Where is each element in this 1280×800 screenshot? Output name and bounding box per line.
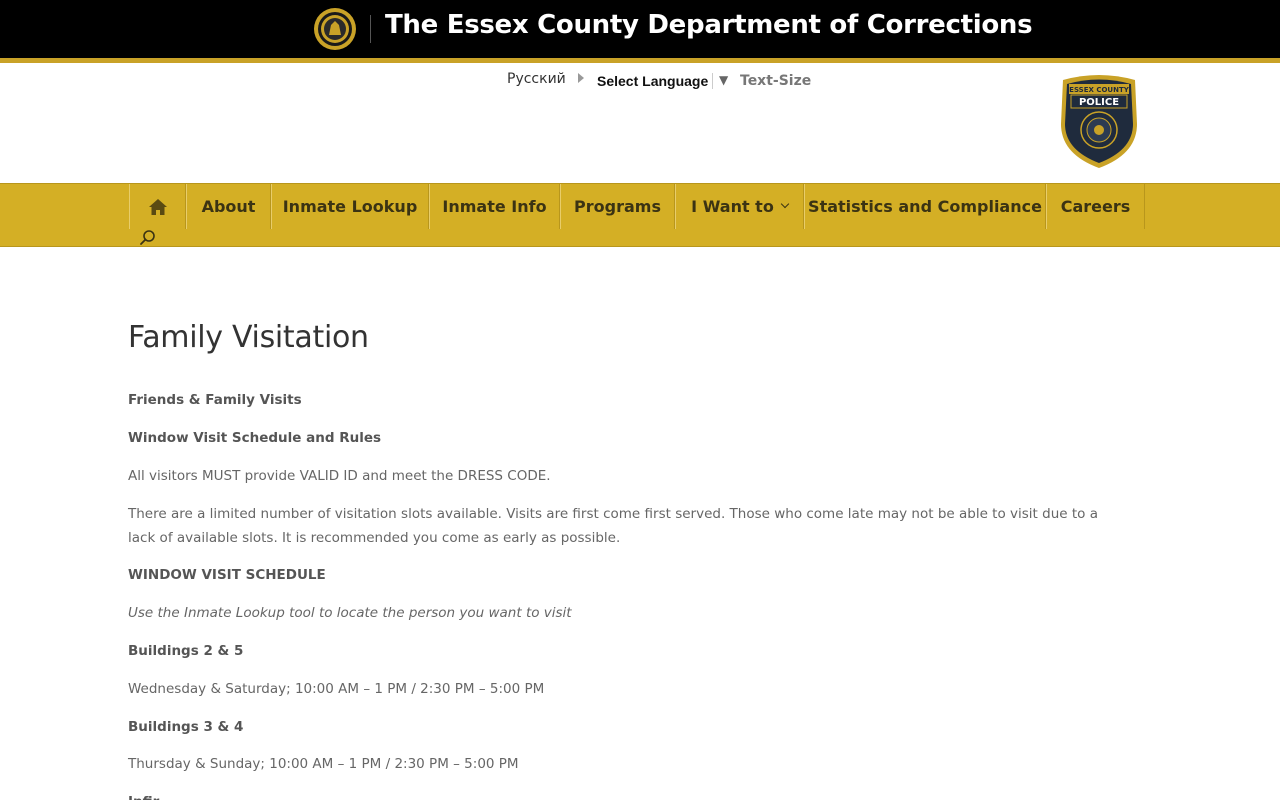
schedule-buildings-3-4: Thursday & Sunday; 10:00 AM – 1 PM / 2:3…	[128, 756, 519, 772]
current-language[interactable]: Русский	[507, 71, 566, 87]
main-navigation: About Inmate Lookup Inmate Info Programs…	[0, 183, 1280, 247]
heading-buildings-3-4: Buildings 3 & 4	[128, 719, 244, 735]
paragraph-slots: There are a limited number of visitation…	[128, 506, 1098, 546]
nav-item-about[interactable]: About	[186, 184, 271, 229]
nav-item-i-want-to[interactable]: I Want to	[675, 184, 804, 229]
chevron-down-icon	[780, 199, 790, 208]
heading-window-rules: Window Visit Schedule and Rules	[128, 430, 382, 446]
nav-label: Inmate Info	[442, 197, 547, 216]
department-badge-logo[interactable]: ESSEX COUNTY POLICE	[1057, 74, 1141, 170]
heading-infirmary-partial: Infir	[128, 790, 159, 800]
nav-item-statistics-compliance[interactable]: Statistics and Compliance	[804, 184, 1046, 229]
nav-home-button[interactable]	[129, 184, 186, 229]
heading-window-schedule: WINDOW VISIT SCHEDULE	[128, 567, 326, 583]
heading-buildings-2-5: Buildings 2 & 5	[128, 643, 244, 659]
nav-label: Careers	[1060, 197, 1131, 216]
nav-item-careers[interactable]: Careers	[1046, 184, 1145, 229]
page-title: Family Visitation	[128, 320, 369, 355]
top-banner: The Essex County Department of Correctio…	[0, 0, 1280, 58]
language-arrow-icon	[578, 73, 584, 83]
dropdown-caret-icon[interactable]: ▼	[719, 73, 728, 87]
nav-label: Inmate Lookup	[282, 197, 418, 216]
nav-label: Statistics and Compliance	[808, 197, 1042, 216]
text-size-control[interactable]: Text-Size	[740, 73, 811, 89]
select-language-dropdown[interactable]: Select Language	[597, 73, 708, 89]
banner-gold-stripe	[0, 58, 1280, 63]
badge-main-text: POLICE	[1079, 97, 1119, 108]
search-icon[interactable]	[139, 229, 157, 247]
paragraph-lookup-tip: Use the Inmate Lookup tool to locate the…	[128, 605, 572, 621]
nav-label: Programs	[574, 197, 661, 216]
banner-divider	[370, 15, 371, 43]
badge-top-text: ESSEX COUNTY	[1069, 86, 1130, 94]
nav-label: About	[201, 197, 256, 216]
schedule-buildings-2-5: Wednesday & Saturday; 10:00 AM – 1 PM / …	[128, 681, 545, 697]
county-seal-logo[interactable]	[313, 7, 357, 51]
nav-label: I Want to	[691, 197, 774, 216]
home-icon	[148, 198, 167, 215]
nav-item-programs[interactable]: Programs	[560, 184, 675, 229]
nav-item-inmate-lookup[interactable]: Inmate Lookup	[271, 184, 429, 229]
heading-friends-family: Friends & Family Visits	[128, 392, 302, 408]
paragraph-valid-id: All visitors MUST provide VALID ID and m…	[128, 468, 551, 484]
language-separator	[712, 73, 713, 89]
nav-item-inmate-info[interactable]: Inmate Info	[429, 184, 560, 229]
site-title[interactable]: The Essex County Department of Correctio…	[385, 10, 1033, 40]
